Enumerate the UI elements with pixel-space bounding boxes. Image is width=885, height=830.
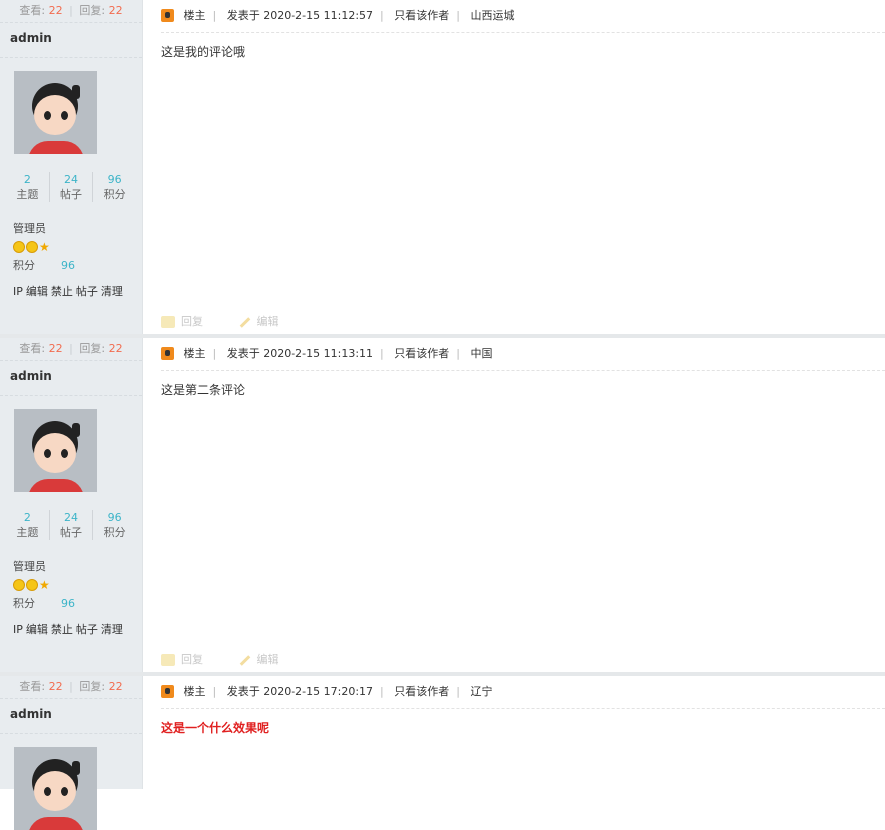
star-icon: ★ (39, 239, 50, 254)
only-author-link[interactable]: 只看该作者 (394, 9, 449, 22)
forum-post: 查看: 22 | 回复: 22 admin 楼主 | 发表于 2020-2-15 … (0, 676, 885, 830)
post-body: 楼主 | 发表于 2020-2-15 11:13:11 | 只看该作者 | 中国 这是… (143, 338, 885, 672)
forum-post: 查看: 22 | 回复: 22 admin 2 主题 24 帖子 96 积分 管理员 … (0, 0, 885, 338)
avatar[interactable] (14, 71, 97, 154)
smiley-icon (13, 240, 25, 253)
only-author-link[interactable]: 只看该作者 (394, 685, 449, 698)
smiley-icon (26, 578, 38, 591)
smiley-icon (13, 578, 25, 591)
user-role: 管理员 (13, 222, 46, 235)
user-score: 积分 96 (13, 597, 75, 610)
replies-label: 回复: (79, 680, 106, 693)
thread-stats: 查看: 22 | 回复: 22 (0, 676, 142, 699)
thread-stats: 查看: 22 | 回复: 22 (0, 338, 142, 361)
user-score: 积分 96 (13, 259, 75, 272)
louzhu-label: 楼主 (183, 347, 206, 360)
admin-link-ip[interactable]: IP (13, 285, 23, 298)
admin-links: IP 编辑 禁止 帖子 清理 (0, 273, 142, 299)
divider: | (69, 4, 73, 17)
admin-link-edit[interactable]: 编辑 (26, 623, 48, 636)
post-actions: 回复 编辑 (161, 313, 311, 329)
post-content: 这是第二条评论 (161, 383, 246, 397)
user-badges: ★ (0, 236, 142, 253)
pencil-icon (239, 654, 250, 666)
admin-links: IP 编辑 禁止 帖子 清理 (0, 611, 142, 637)
louzhu-icon (161, 346, 174, 360)
admin-link-clean[interactable]: 清理 (101, 623, 123, 636)
author-name[interactable]: admin (0, 699, 142, 734)
post-content: 这是一个什么效果呢 (161, 721, 270, 735)
views-count: 22 (48, 680, 63, 693)
views-count: 22 (48, 4, 63, 17)
avatar[interactable] (14, 409, 97, 492)
count-topics[interactable]: 2 主题 (6, 172, 49, 202)
replies-label: 回复: (79, 342, 106, 355)
post-time: 发表于 2020-2-15 11:12:57 (226, 9, 374, 22)
smiley-icon (26, 240, 38, 253)
post-time: 发表于 2020-2-15 11:13:11 (226, 347, 374, 360)
views-label: 查看: (19, 342, 46, 355)
admin-link-ban[interactable]: 禁止 (51, 623, 73, 636)
replies-count: 22 (108, 4, 123, 17)
admin-link-clean[interactable]: 清理 (101, 285, 123, 298)
post-author-sidebar: 查看: 22 | 回复: 22 admin (0, 676, 143, 830)
pencil-icon (239, 316, 250, 328)
user-counts: 2 主题 24 帖子 96 积分 (0, 172, 142, 202)
post-location: 中国 (470, 347, 493, 360)
post-content: 这是我的评论哦 (161, 45, 246, 59)
admin-link-ip[interactable]: IP (13, 623, 23, 636)
post-body: 楼主 | 发表于 2020-2-15 11:12:57 | 只看该作者 | 山西运城 … (143, 0, 885, 334)
forum-post: 查看: 22 | 回复: 22 admin 2 主题 24 帖子 96 积分 管理员 … (0, 338, 885, 676)
views-count: 22 (48, 342, 63, 355)
reply-icon (161, 654, 175, 666)
only-author-link[interactable]: 只看该作者 (394, 347, 449, 360)
edit-button[interactable]: 编辑 (239, 653, 295, 666)
replies-label: 回复: (79, 4, 106, 17)
admin-link-posts[interactable]: 帖子 (76, 285, 98, 298)
reply-button[interactable]: 回复 (161, 315, 219, 328)
divider: | (69, 680, 73, 693)
replies-count: 22 (108, 680, 123, 693)
post-author-sidebar: 查看: 22 | 回复: 22 admin 2 主题 24 帖子 96 积分 管理员 … (0, 0, 143, 334)
admin-link-ban[interactable]: 禁止 (51, 285, 73, 298)
thread-stats: 查看: 22 | 回复: 22 (0, 0, 142, 23)
louzhu-label: 楼主 (183, 685, 206, 698)
author-name[interactable]: admin (0, 23, 142, 58)
author-name[interactable]: admin (0, 361, 142, 396)
divider: | (69, 342, 73, 355)
post-body: 楼主 | 发表于 2020-2-15 17:20:17 | 只看该作者 | 辽宁 这是… (143, 676, 885, 789)
replies-count: 22 (108, 342, 123, 355)
edit-button[interactable]: 编辑 (239, 315, 295, 328)
post-actions: 回复 编辑 (161, 651, 311, 667)
reply-icon (161, 316, 175, 328)
count-topics[interactable]: 2 主题 (6, 510, 49, 540)
count-posts[interactable]: 24 帖子 (48, 510, 93, 540)
count-points[interactable]: 96 积分 (92, 172, 136, 202)
views-label: 查看: (19, 4, 46, 17)
post-meta: 楼主 | 发表于 2020-2-15 11:13:11 | 只看该作者 | 中国 (161, 338, 885, 371)
views-label: 查看: (19, 680, 46, 693)
post-location: 山西运城 (470, 9, 515, 22)
star-icon: ★ (39, 577, 50, 592)
louzhu-icon (161, 8, 174, 22)
post-meta: 楼主 | 发表于 2020-2-15 11:12:57 | 只看该作者 | 山西运城 (161, 0, 885, 33)
post-author-sidebar: 查看: 22 | 回复: 22 admin 2 主题 24 帖子 96 积分 管理员 … (0, 338, 143, 672)
count-posts[interactable]: 24 帖子 (48, 172, 93, 202)
user-counts: 2 主题 24 帖子 96 积分 (0, 510, 142, 540)
user-badges: ★ (0, 574, 142, 591)
post-meta: 楼主 | 发表于 2020-2-15 17:20:17 | 只看该作者 | 辽宁 (161, 676, 885, 709)
admin-link-posts[interactable]: 帖子 (76, 623, 98, 636)
post-location: 辽宁 (470, 685, 493, 698)
post-time: 发表于 2020-2-15 17:20:17 (226, 685, 374, 698)
louzhu-icon (161, 684, 174, 698)
admin-link-edit[interactable]: 编辑 (26, 285, 48, 298)
count-points[interactable]: 96 积分 (92, 510, 136, 540)
reply-button[interactable]: 回复 (161, 653, 219, 666)
user-role: 管理员 (13, 560, 46, 573)
louzhu-label: 楼主 (183, 9, 206, 22)
